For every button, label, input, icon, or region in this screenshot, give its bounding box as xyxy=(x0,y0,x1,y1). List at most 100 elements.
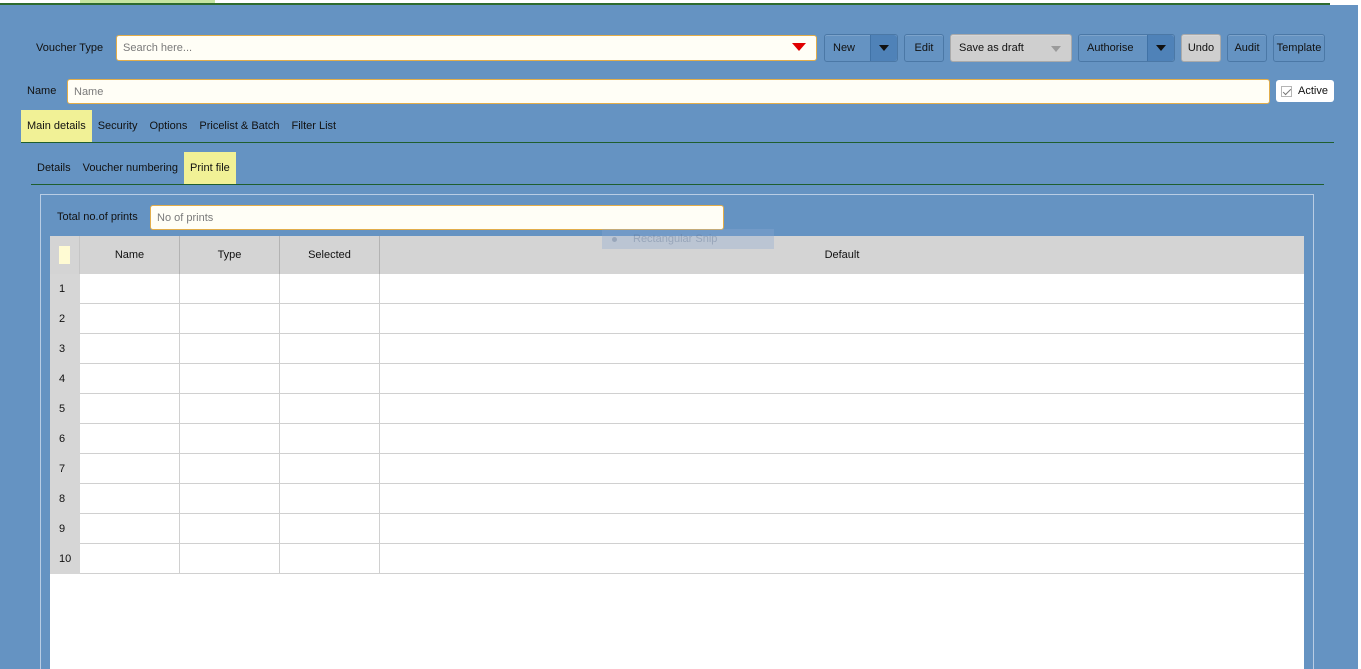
column-divider xyxy=(279,454,280,484)
name-label: Name xyxy=(27,85,57,97)
column-header-selected[interactable]: Selected xyxy=(280,236,380,274)
total-prints-label: Total no.of prints xyxy=(57,211,138,223)
select-all-cell[interactable] xyxy=(50,236,80,274)
authorise-label: Authorise xyxy=(1087,42,1134,54)
window-top-border xyxy=(0,0,1361,5)
column-divider xyxy=(179,514,180,544)
undo-label: Undo xyxy=(1187,42,1215,54)
column-divider xyxy=(279,544,280,574)
column-divider xyxy=(379,274,380,304)
table-row[interactable]: 8 xyxy=(50,484,1304,514)
column-header-default[interactable]: Default xyxy=(380,236,1304,274)
subtabs-divider xyxy=(31,184,1324,185)
main-tabs: Main details Security Options Pricelist … xyxy=(21,110,342,142)
subtab-voucher-numbering[interactable]: Voucher numbering xyxy=(77,152,184,184)
column-divider xyxy=(179,334,180,364)
tab-main-details[interactable]: Main details xyxy=(21,110,92,142)
tab-pricelist-batch[interactable]: Pricelist & Batch xyxy=(193,110,285,142)
template-button[interactable]: Template xyxy=(1273,34,1325,62)
name-input[interactable]: Name xyxy=(67,79,1270,104)
subtab-print-file[interactable]: Print file xyxy=(184,152,236,184)
column-divider xyxy=(379,334,380,364)
column-divider xyxy=(379,394,380,424)
row-number[interactable]: 2 xyxy=(50,304,80,334)
edit-button-label: Edit xyxy=(914,42,934,54)
undo-button[interactable]: Undo xyxy=(1181,34,1221,62)
corner-selector[interactable] xyxy=(59,246,70,264)
column-divider xyxy=(379,514,380,544)
tabs-divider xyxy=(21,142,1334,143)
save-as-draft-button[interactable]: Save as draft xyxy=(950,34,1072,62)
snip-mode-icon xyxy=(612,236,617,242)
snip-label: Rectangular Snip xyxy=(633,233,718,245)
total-prints-input[interactable]: No of prints xyxy=(150,205,724,230)
column-divider xyxy=(179,394,180,424)
sub-tabs: Details Voucher numbering Print file xyxy=(31,152,236,184)
authorise-dropdown-toggle[interactable] xyxy=(1147,35,1174,61)
column-divider xyxy=(379,484,380,514)
column-divider xyxy=(379,454,380,484)
column-divider xyxy=(379,544,380,574)
table-row[interactable]: 3 xyxy=(50,334,1304,364)
column-header-type[interactable]: Type xyxy=(180,236,280,274)
subtab-details[interactable]: Details xyxy=(31,152,77,184)
row-number[interactable]: 6 xyxy=(50,424,80,454)
tab-options[interactable]: Options xyxy=(143,110,193,142)
voucher-type-search-input[interactable]: Search here... xyxy=(116,35,817,61)
snip-tool-overlay: Rectangular Snip xyxy=(602,229,774,249)
row-number[interactable]: 7 xyxy=(50,454,80,484)
table-row[interactable]: 1 xyxy=(50,274,1304,304)
row-number[interactable]: 10 xyxy=(50,544,80,574)
column-divider xyxy=(279,394,280,424)
active-checkbox[interactable]: Active xyxy=(1276,80,1334,102)
row-number[interactable]: 4 xyxy=(50,364,80,394)
new-button[interactable]: New xyxy=(824,34,898,62)
table-row[interactable]: 6 xyxy=(50,424,1304,454)
audit-label: Audit xyxy=(1234,42,1260,54)
tab-security[interactable]: Security xyxy=(92,110,144,142)
column-divider xyxy=(179,304,180,334)
table-row[interactable]: 9 xyxy=(50,514,1304,544)
table-row[interactable]: 4 xyxy=(50,364,1304,394)
row-number[interactable]: 8 xyxy=(50,484,80,514)
row-number[interactable]: 1 xyxy=(50,274,80,304)
column-divider xyxy=(179,544,180,574)
column-divider xyxy=(379,364,380,394)
save-as-draft-label: Save as draft xyxy=(959,42,1024,54)
new-dropdown-toggle[interactable] xyxy=(870,35,897,61)
column-header-name[interactable]: Name xyxy=(80,236,180,274)
chevron-down-icon xyxy=(879,45,889,51)
edit-button[interactable]: Edit xyxy=(904,34,944,62)
column-divider xyxy=(279,484,280,514)
total-prints-placeholder: No of prints xyxy=(157,211,214,224)
column-divider xyxy=(179,364,180,394)
chevron-down-icon xyxy=(1051,46,1061,52)
column-divider xyxy=(179,424,180,454)
column-divider xyxy=(379,304,380,334)
column-divider xyxy=(279,514,280,544)
table-row[interactable]: 5 xyxy=(50,394,1304,424)
new-button-label: New xyxy=(833,42,856,54)
chevron-down-icon xyxy=(1156,45,1166,51)
name-placeholder: Name xyxy=(74,85,104,98)
template-label: Template xyxy=(1276,42,1322,54)
checkbox-checked-icon[interactable] xyxy=(1281,85,1292,97)
column-divider xyxy=(279,274,280,304)
row-number[interactable]: 3 xyxy=(50,334,80,364)
row-number[interactable]: 5 xyxy=(50,394,80,424)
authorise-button[interactable]: Authorise xyxy=(1078,34,1175,62)
active-label: Active xyxy=(1298,85,1328,97)
search-placeholder: Search here... xyxy=(123,42,193,54)
column-divider xyxy=(179,274,180,304)
column-divider xyxy=(379,424,380,454)
column-divider xyxy=(279,304,280,334)
column-divider xyxy=(179,454,180,484)
voucher-type-label: Voucher Type xyxy=(36,42,104,54)
row-number[interactable]: 9 xyxy=(50,514,80,544)
table-row[interactable]: 10 xyxy=(50,544,1304,574)
table-row[interactable]: 2 xyxy=(50,304,1304,334)
audit-button[interactable]: Audit xyxy=(1227,34,1267,62)
dropdown-arrow-icon[interactable] xyxy=(792,43,806,51)
table-row[interactable]: 7 xyxy=(50,454,1304,484)
tab-filter-list[interactable]: Filter List xyxy=(285,110,342,142)
